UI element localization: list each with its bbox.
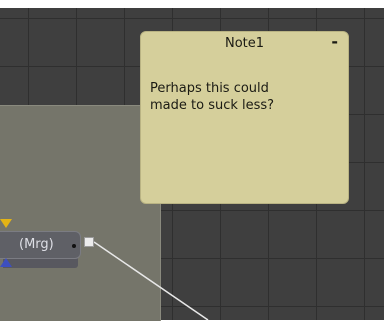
node-output-handle[interactable] [84,237,94,247]
node-label: (Mrg) [19,237,54,252]
sticky-note[interactable]: Note1 - Perhaps this could made to suck … [140,31,349,204]
note-text[interactable]: Perhaps this could made to suck less? [150,80,338,114]
background-input-icon[interactable] [0,219,12,228]
node-port-dot[interactable] [72,244,76,248]
minimize-button[interactable]: - [328,32,341,51]
note-title: Note1 [224,36,265,51]
underlay-group[interactable] [0,105,161,321]
effect-mask-input-icon[interactable] [0,258,12,267]
merge-node[interactable]: (Mrg) [0,231,81,259]
